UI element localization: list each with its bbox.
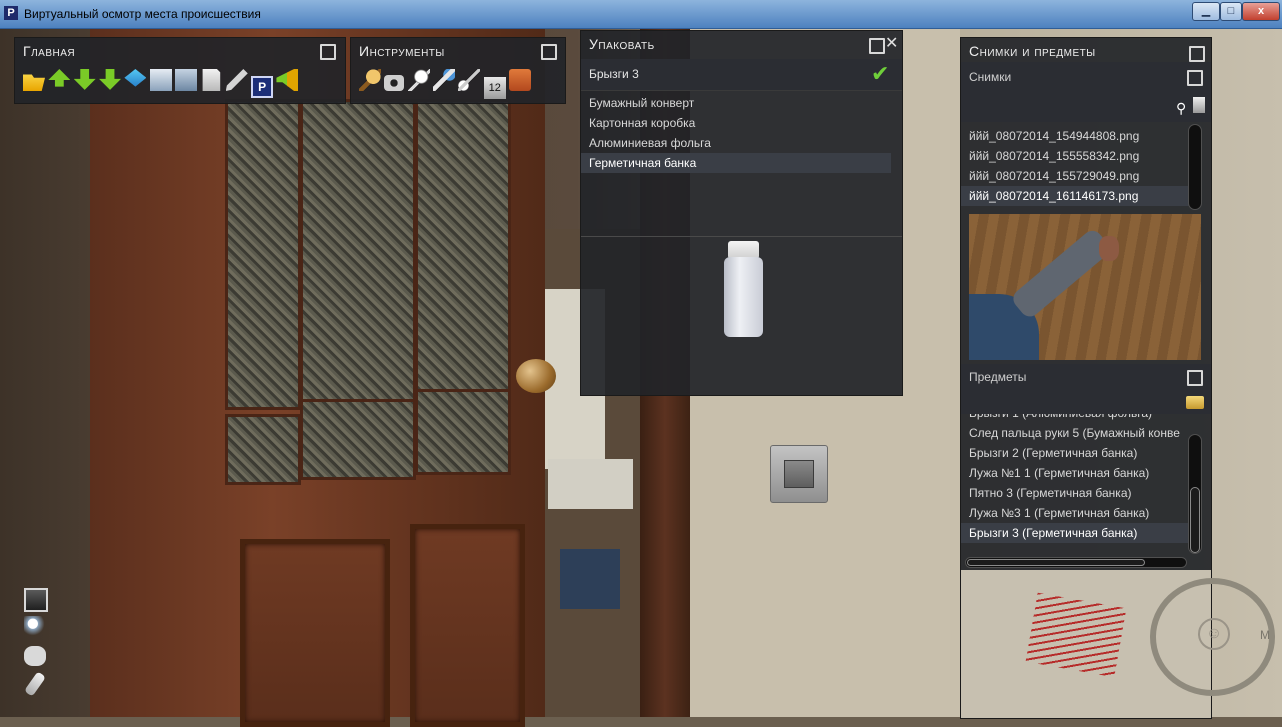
pencil-icon[interactable] (225, 69, 248, 91)
upload-icon[interactable] (48, 69, 71, 87)
list-item-selected[interactable]: Герметичная банка (581, 153, 891, 173)
compass-widget[interactable]: ☺ М (1150, 578, 1275, 696)
list-item[interactable]: Алюминиевая фольга (581, 133, 891, 153)
camera-icon[interactable] (384, 75, 405, 91)
magnifier-handle-icon[interactable] (359, 69, 381, 91)
background-cushion (560, 549, 620, 609)
scrollbar[interactable] (1188, 124, 1202, 210)
pack-panel: Упаковать ✕ Брызги 3 ✔ Бумажный конверт … (580, 30, 903, 396)
snapshots-label: Снимки (969, 70, 1012, 84)
list-item[interactable]: Лужа №1 1 (Герметичная банка) (961, 463, 1191, 483)
brush-icon[interactable] (433, 69, 456, 91)
close-icon[interactable]: ✕ (885, 33, 898, 53)
door-glass (300, 399, 416, 480)
ruler-icon[interactable] (24, 671, 46, 697)
main-toolbar-title: Главная (23, 43, 76, 59)
trash-icon[interactable] (1193, 97, 1205, 113)
snapshots-header: Снимки ⚲ (961, 62, 1211, 122)
light-switch[interactable] (770, 445, 828, 503)
list-item-selected[interactable]: Брызги 3 (Герметичная банка) (961, 523, 1191, 543)
magnifier-icon[interactable]: ⚲ (1176, 100, 1186, 117)
document-icon[interactable] (202, 69, 221, 91)
scrollbar[interactable] (1188, 434, 1202, 554)
swab-icon[interactable] (458, 69, 481, 91)
list-item[interactable]: ййй_08072014_155729049.png (961, 166, 1191, 186)
snapshot-preview-image (969, 214, 1201, 360)
items-label: Предметы (969, 370, 1027, 384)
pack-panel-title: Упаковать (589, 36, 655, 52)
door-glass (225, 99, 301, 410)
list-item[interactable]: Брызги 2 (Герметичная банка) (961, 443, 1191, 463)
cast-icon[interactable] (24, 646, 46, 666)
side-toolbar (22, 586, 48, 702)
tools-toolbar-title: Инструменты (359, 43, 445, 59)
window-titlebar: Р Виртуальный осмотр места происшествия … (0, 0, 1282, 29)
view-icon[interactable] (24, 588, 48, 612)
snapshots-list: ййй_08072014_154944808.png ййй_08072014_… (961, 126, 1191, 206)
popout-icon[interactable] (1189, 46, 1205, 62)
background-chair-seat (548, 459, 633, 509)
list-item-selected[interactable]: ййй_08072014_161146173.png (961, 186, 1191, 206)
door-glass (415, 389, 511, 475)
list-item[interactable]: ййй_08072014_154944808.png (961, 126, 1191, 146)
door-panel (410, 524, 525, 727)
magnifier-icon[interactable] (407, 69, 430, 91)
minimize-button[interactable]: ▁ (1192, 2, 1220, 21)
person-icon: ☺ (1198, 618, 1230, 650)
door-glass (225, 414, 301, 485)
popout-icon[interactable] (320, 44, 336, 60)
print-icon[interactable] (175, 69, 198, 91)
app-logo-icon[interactable]: Р (251, 76, 274, 98)
notes-icon[interactable] (149, 69, 172, 91)
download-search-icon[interactable] (99, 69, 122, 90)
open-folder-icon[interactable] (23, 74, 45, 91)
tools-toolbar: Инструменты 12 (350, 37, 566, 104)
case-icon[interactable] (509, 69, 532, 91)
compass-label: М (1260, 628, 1270, 642)
list-item[interactable]: Брызги 1 (Алюминиевая фольга) (961, 414, 1191, 423)
door-knob[interactable] (516, 359, 556, 393)
light-icon[interactable] (24, 616, 46, 638)
case-icon[interactable] (1186, 396, 1204, 409)
download-icon[interactable] (73, 69, 96, 90)
list-item[interactable]: След пальца руки 5 (Бумажный конве (961, 423, 1191, 443)
door-glass (415, 99, 511, 410)
layers-icon[interactable] (124, 69, 147, 87)
close-button[interactable]: x (1242, 2, 1280, 21)
confirm-check-icon[interactable]: ✔ (871, 61, 889, 87)
pack-options-list: Бумажный конверт Картонная коробка Алюми… (581, 93, 891, 173)
main-toolbar-icons: Р (23, 69, 343, 98)
tools-toolbar-icons: 12 (359, 69, 559, 99)
horizontal-scrollbar[interactable] (965, 557, 1187, 568)
popout-icon[interactable] (869, 38, 885, 54)
list-item[interactable]: Пятно 3 (Герметичная банка) (961, 483, 1191, 503)
exit-icon[interactable] (276, 69, 299, 91)
jar-preview-image (721, 241, 766, 341)
popout-icon[interactable] (1187, 70, 1203, 86)
number-markers-icon[interactable]: 12 (483, 77, 506, 99)
divider (581, 236, 902, 237)
maximize-button[interactable]: □ (1220, 2, 1242, 21)
window-title: Виртуальный осмотр места происшествия (24, 7, 261, 21)
app-icon: Р (4, 6, 18, 20)
items-header: Предметы (961, 364, 1211, 414)
pack-item-name: Брызги 3 (589, 67, 639, 81)
list-item[interactable]: ййй_08072014_155558342.png (961, 146, 1191, 166)
list-item[interactable]: Лужа №3 1 (Герметичная банка) (961, 503, 1191, 523)
list-item[interactable]: Бумажный конверт (581, 93, 891, 113)
door-panel (240, 539, 390, 727)
popout-icon[interactable] (1187, 370, 1203, 386)
list-item[interactable]: Картонная коробка (581, 113, 891, 133)
door-glass (300, 99, 416, 410)
items-list: Брызги 1 (Алюминиевая фольга) След пальц… (961, 414, 1191, 554)
snapshots-items-title: Снимки и предметы (969, 43, 1096, 59)
main-toolbar: Главная Р (14, 37, 346, 104)
popout-icon[interactable] (541, 44, 557, 60)
pack-item-row: Брызги 3 ✔ (581, 59, 902, 91)
